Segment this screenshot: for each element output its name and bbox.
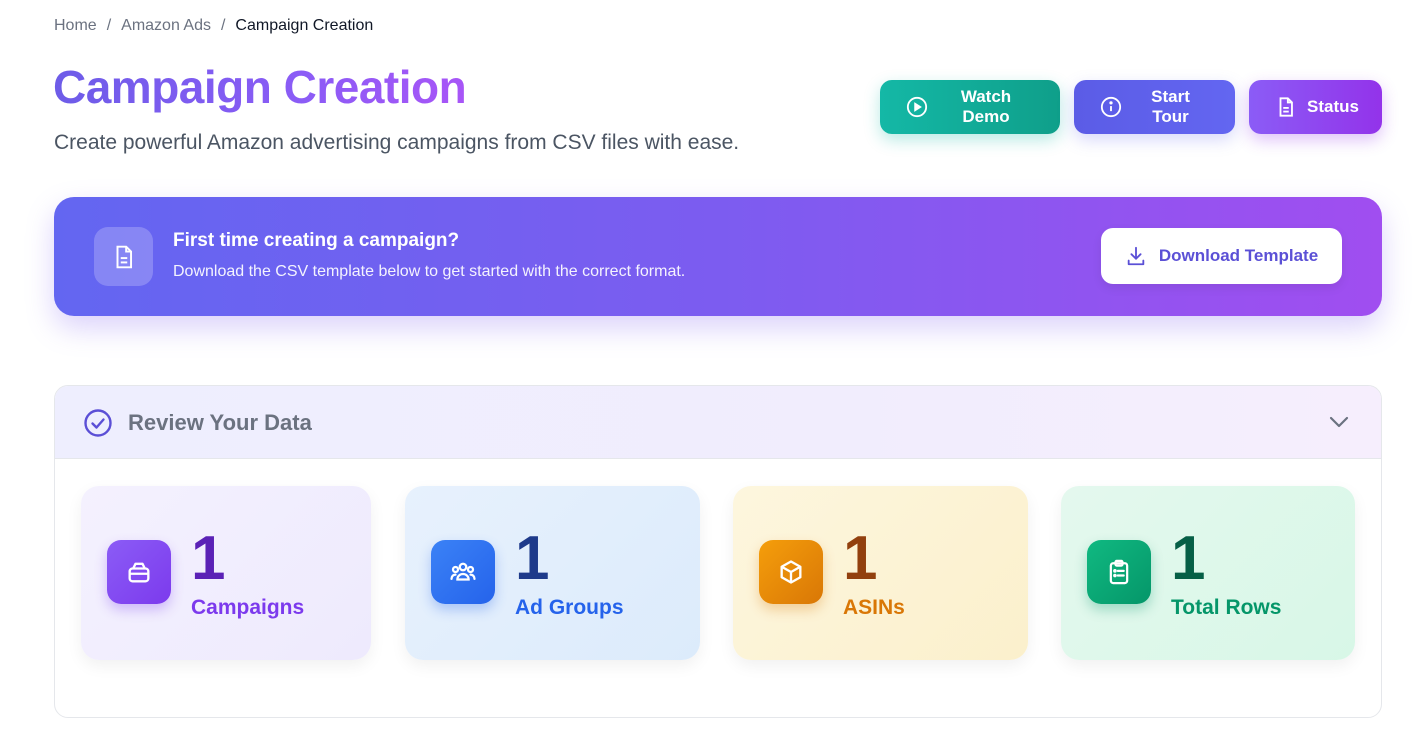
stat-value: 1 [515, 524, 550, 593]
stat-label: Campaigns [191, 596, 305, 619]
breadcrumb-current: Campaign Creation [235, 17, 374, 34]
play-circle-icon [906, 96, 928, 118]
stat-label: ASINs [843, 596, 905, 619]
stat-card-asins: 1 ASINs [733, 486, 1028, 660]
stat-card-ad-groups: 1 Ad Groups [405, 486, 700, 660]
first-time-banner: First time creating a campaign? Download… [54, 197, 1382, 316]
status-label: Status [1307, 97, 1359, 116]
breadcrumb-separator: / [106, 17, 112, 34]
users-icon [431, 540, 495, 604]
review-data-header[interactable]: Review Your Data [55, 386, 1381, 459]
stat-value: 1 [843, 524, 878, 593]
download-template-button[interactable]: Download Template [1101, 228, 1342, 284]
download-icon [1125, 245, 1147, 267]
watch-demo-button[interactable]: Watch Demo [880, 80, 1060, 134]
banner-text: Download the CSV template below to get s… [173, 263, 686, 280]
breadcrumb-amazon-ads[interactable]: Amazon Ads [121, 17, 211, 35]
banner-title: First time creating a campaign? [173, 230, 460, 251]
download-template-label: Download Template [1158, 246, 1319, 265]
start-tour-label: Start Tour [1151, 87, 1190, 126]
document-icon [1275, 96, 1297, 118]
info-circle-icon [1100, 96, 1122, 118]
header-actions: Watch Demo Start Tour Status [880, 80, 1382, 134]
stat-value: 1 [191, 524, 226, 593]
page-title: Campaign Creation [53, 58, 467, 116]
breadcrumb-home[interactable]: Home [54, 17, 97, 35]
stat-card-campaigns: 1 Campaigns [81, 486, 371, 660]
clipboard-icon [1087, 540, 1151, 604]
briefcase-icon [107, 540, 171, 604]
stat-card-total-rows: 1 Total Rows [1061, 486, 1355, 660]
page-subtitle: Create powerful Amazon advertising campa… [54, 131, 740, 154]
review-data-title: Review Your Data [128, 410, 312, 435]
breadcrumb-separator: / [220, 17, 226, 34]
check-circle-icon [83, 408, 113, 438]
stat-label: Total Rows [1171, 596, 1282, 619]
stat-label: Ad Groups [515, 596, 624, 619]
status-button[interactable]: Status [1249, 80, 1382, 134]
chevron-down-icon[interactable] [1327, 410, 1351, 434]
document-icon [94, 227, 153, 286]
breadcrumb: Home / Amazon Ads / Campaign Creation [54, 15, 373, 37]
start-tour-button[interactable]: Start Tour [1074, 80, 1235, 134]
cube-icon [759, 540, 823, 604]
watch-demo-label: Watch Demo [960, 87, 1012, 126]
stat-value: 1 [1171, 524, 1206, 593]
review-data-panel: Review Your Data 1 Campaigns 1 Ad Groups… [54, 385, 1382, 718]
